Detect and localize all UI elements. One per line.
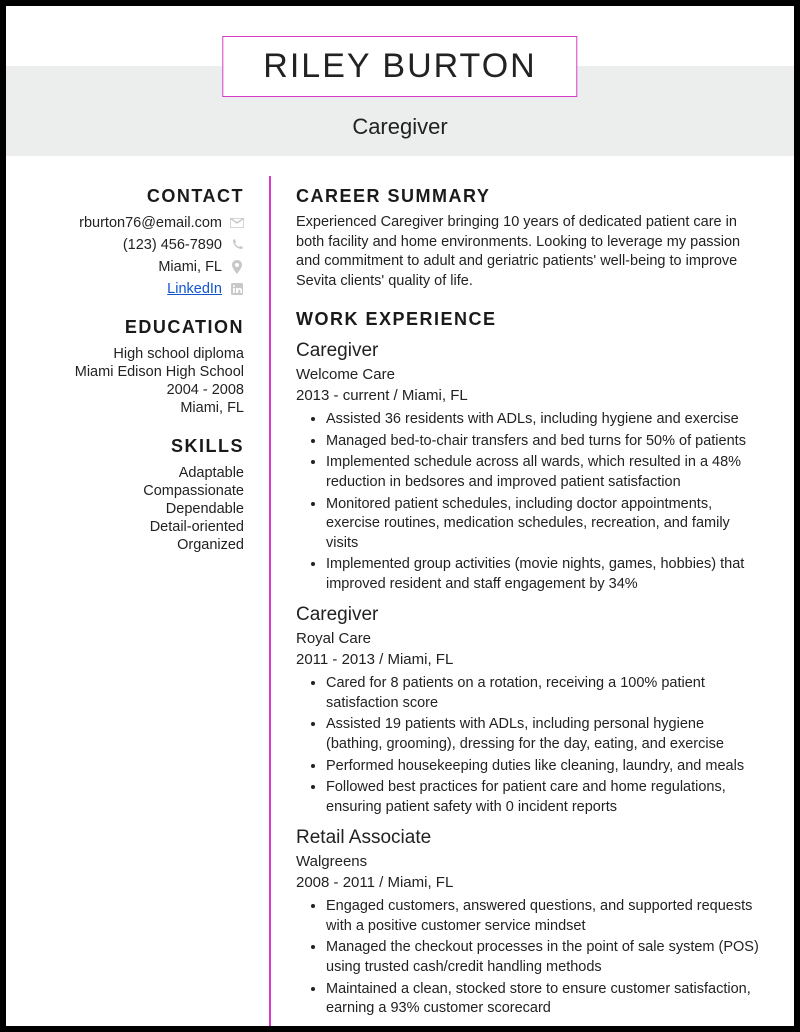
- job-bullet: Engaged customers, answered questions, a…: [326, 897, 764, 936]
- job-bullets: Engaged customers, answered questions, a…: [296, 897, 764, 1018]
- job-bullet: Managed the checkout processes in the po…: [326, 938, 764, 977]
- skill-item: Detail-oriented: [26, 519, 244, 535]
- experience-heading: WORK EXPERIENCE: [296, 309, 764, 330]
- sidebar: CONTACT rburton76@email.com (123) 456-78…: [6, 176, 271, 1026]
- contact-heading: CONTACT: [26, 186, 244, 207]
- name-box: RILEY BURTON: [222, 36, 577, 97]
- job-bullet: Followed best practices for patient care…: [326, 778, 764, 817]
- job-title: Retail Associate: [296, 827, 764, 849]
- job-title: Caregiver: [6, 114, 794, 140]
- location-text: Miami, FL: [158, 259, 222, 275]
- edu-location: Miami, FL: [26, 400, 244, 416]
- location-icon: [230, 260, 244, 274]
- job-bullet: Maintained a clean, stocked store to ens…: [326, 980, 764, 1019]
- job-bullet: Managed bed-to-chair transfers and bed t…: [326, 432, 764, 452]
- contact-location: Miami, FL: [26, 259, 244, 275]
- job-block: Retail Associate Walgreens 2008 - 2011 /…: [296, 827, 764, 1018]
- job-title: Caregiver: [296, 604, 764, 626]
- job-bullet: Implemented group activities (movie nigh…: [326, 555, 764, 594]
- job-bullets: Cared for 8 patients on a rotation, rece…: [296, 674, 764, 817]
- job-bullet: Assisted 36 residents with ADLs, includi…: [326, 410, 764, 430]
- job-bullet: Assisted 19 patients with ADLs, includin…: [326, 715, 764, 754]
- skills-list: Adaptable Compassionate Dependable Detai…: [26, 465, 244, 553]
- columns: CONTACT rburton76@email.com (123) 456-78…: [6, 176, 794, 1026]
- job-bullet: Implemented schedule across all wards, w…: [326, 453, 764, 492]
- summary-text: Experienced Caregiver bringing 10 years …: [296, 213, 764, 291]
- skill-item: Adaptable: [26, 465, 244, 481]
- job-org: Welcome Care: [296, 366, 764, 383]
- job-bullets: Assisted 36 residents with ADLs, includi…: [296, 410, 764, 594]
- job-meta: 2008 - 2011 / Miami, FL: [296, 874, 764, 891]
- job-bullet: Performed housekeeping duties like clean…: [326, 757, 764, 777]
- job-block: Caregiver Welcome Care 2013 - current / …: [296, 340, 764, 594]
- phone-icon: [230, 239, 244, 251]
- education-heading: EDUCATION: [26, 317, 244, 338]
- contact-linkedin: LinkedIn: [26, 281, 244, 297]
- skill-item: Organized: [26, 537, 244, 553]
- contact-list: rburton76@email.com (123) 456-7890 Miami…: [26, 215, 244, 297]
- skills-heading: SKILLS: [26, 436, 244, 457]
- job-meta: 2013 - current / Miami, FL: [296, 387, 764, 404]
- job-bullet: Cared for 8 patients on a rotation, rece…: [326, 674, 764, 713]
- skill-item: Dependable: [26, 501, 244, 517]
- job-org: Royal Care: [296, 630, 764, 647]
- job-org: Walgreens: [296, 853, 764, 870]
- edu-school: Miami Edison High School: [26, 364, 244, 380]
- edu-dates: 2004 - 2008: [26, 382, 244, 398]
- phone-text: (123) 456-7890: [123, 237, 222, 253]
- linkedin-link[interactable]: LinkedIn: [167, 281, 222, 297]
- main-column: CAREER SUMMARY Experienced Caregiver bri…: [271, 176, 794, 1026]
- contact-email: rburton76@email.com: [26, 215, 244, 231]
- contact-phone: (123) 456-7890: [26, 237, 244, 253]
- envelope-icon: [230, 218, 244, 228]
- linkedin-icon: [230, 283, 244, 295]
- edu-degree: High school diploma: [26, 346, 244, 362]
- applicant-name: RILEY BURTON: [263, 47, 536, 86]
- skill-item: Compassionate: [26, 483, 244, 499]
- job-bullet: Monitored patient schedules, including d…: [326, 495, 764, 554]
- job-block: Caregiver Royal Care 2011 - 2013 / Miami…: [296, 604, 764, 817]
- email-text: rburton76@email.com: [79, 215, 222, 231]
- summary-heading: CAREER SUMMARY: [296, 186, 764, 207]
- job-meta: 2011 - 2013 / Miami, FL: [296, 651, 764, 668]
- education-block: High school diploma Miami Edison High Sc…: [26, 346, 244, 416]
- job-title: Caregiver: [296, 340, 764, 362]
